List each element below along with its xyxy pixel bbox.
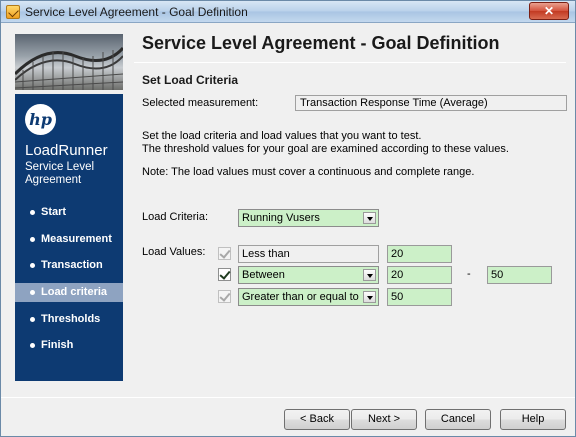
chevron-down-icon[interactable] (363, 269, 376, 281)
step-start: Start (15, 199, 123, 226)
bullet-icon (30, 236, 35, 242)
range-separator: - (467, 268, 471, 280)
step-finish: Finish (15, 332, 123, 359)
less-than-value-input[interactable]: 20 (387, 245, 452, 263)
selected-measurement-label: Selected measurement: (142, 97, 259, 109)
step-measurement: Measurement (15, 226, 123, 253)
app-icon (6, 5, 20, 19)
hp-logo: hp (25, 104, 56, 135)
load-criteria-value: Running Vusers (242, 212, 320, 224)
load-values-label: Load Values: (142, 246, 206, 258)
next-button[interactable]: Next > (351, 409, 417, 430)
chevron-down-icon[interactable] (363, 212, 376, 224)
between-to-input[interactable]: 50 (487, 266, 552, 284)
roller-coaster-image (15, 34, 123, 90)
step-label: Transaction (41, 259, 103, 272)
between-operator-value: Between (242, 269, 285, 281)
window-title: Service Level Agreement - Goal Definitio… (25, 5, 248, 19)
page-title: Service Level Agreement - Goal Definitio… (142, 33, 500, 53)
load-criteria-dropdown[interactable]: Running Vusers (238, 209, 379, 227)
load-criteria-label: Load Criteria: (142, 211, 209, 223)
greater-equal-value-input[interactable]: 50 (387, 288, 452, 306)
footer-divider (1, 397, 575, 398)
step-thresholds: Thresholds (15, 306, 123, 333)
between-checkbox[interactable] (218, 268, 231, 281)
step-label: Measurement (41, 232, 112, 245)
wizard-window: Service Level Agreement - Goal Definitio… (0, 0, 576, 437)
wizard-sidebar: hp LoadRunner Service Level Agreement St… (15, 94, 123, 381)
help-button[interactable]: Help (500, 409, 566, 430)
chevron-down-icon[interactable] (363, 291, 376, 303)
section-title: Set Load Criteria (142, 73, 239, 87)
step-transaction: Transaction (15, 252, 123, 279)
step-label: Finish (41, 339, 74, 352)
greater-equal-checkbox[interactable] (218, 290, 231, 303)
bullet-icon (30, 263, 35, 269)
product-subtitle: Service Level Agreement (25, 161, 95, 186)
less-than-checkbox[interactable] (218, 247, 231, 260)
instruction-line-1: Set the load criteria and load values th… (142, 130, 422, 142)
product-name: LoadRunner (25, 142, 108, 159)
step-label: Thresholds (41, 312, 101, 325)
close-button[interactable]: ✕ (529, 2, 569, 20)
title-bar[interactable]: Service Level Agreement - Goal Definitio… (1, 1, 575, 23)
between-operator-dropdown[interactable]: Between (238, 266, 379, 284)
less-than-operator: Less than (238, 245, 379, 263)
instruction-line-2: The threshold values for your goal are e… (142, 143, 509, 155)
step-label: Start (41, 206, 67, 218)
greater-equal-operator-dropdown[interactable]: Greater than or equal to (238, 288, 379, 306)
bullet-icon (30, 343, 35, 349)
instructions: Set the load criteria and load values th… (142, 130, 509, 156)
step-label: Load criteria (41, 285, 108, 298)
back-button[interactable]: < Back (284, 409, 350, 430)
header-divider (134, 62, 566, 63)
cancel-button[interactable]: Cancel (425, 409, 491, 430)
bullet-icon (30, 210, 35, 215)
wizard-steps: Start Measurement Transaction Load crite… (15, 199, 123, 359)
bullet-icon (30, 289, 35, 295)
between-from-input[interactable]: 20 (387, 266, 452, 284)
selected-measurement-field: Transaction Response Time (Average) (295, 95, 567, 111)
step-load-criteria: Load criteria (15, 282, 123, 302)
bullet-icon (30, 316, 35, 322)
greater-equal-operator-value: Greater than or equal to (242, 291, 359, 303)
range-note: Note: The load values must cover a conti… (142, 166, 475, 178)
